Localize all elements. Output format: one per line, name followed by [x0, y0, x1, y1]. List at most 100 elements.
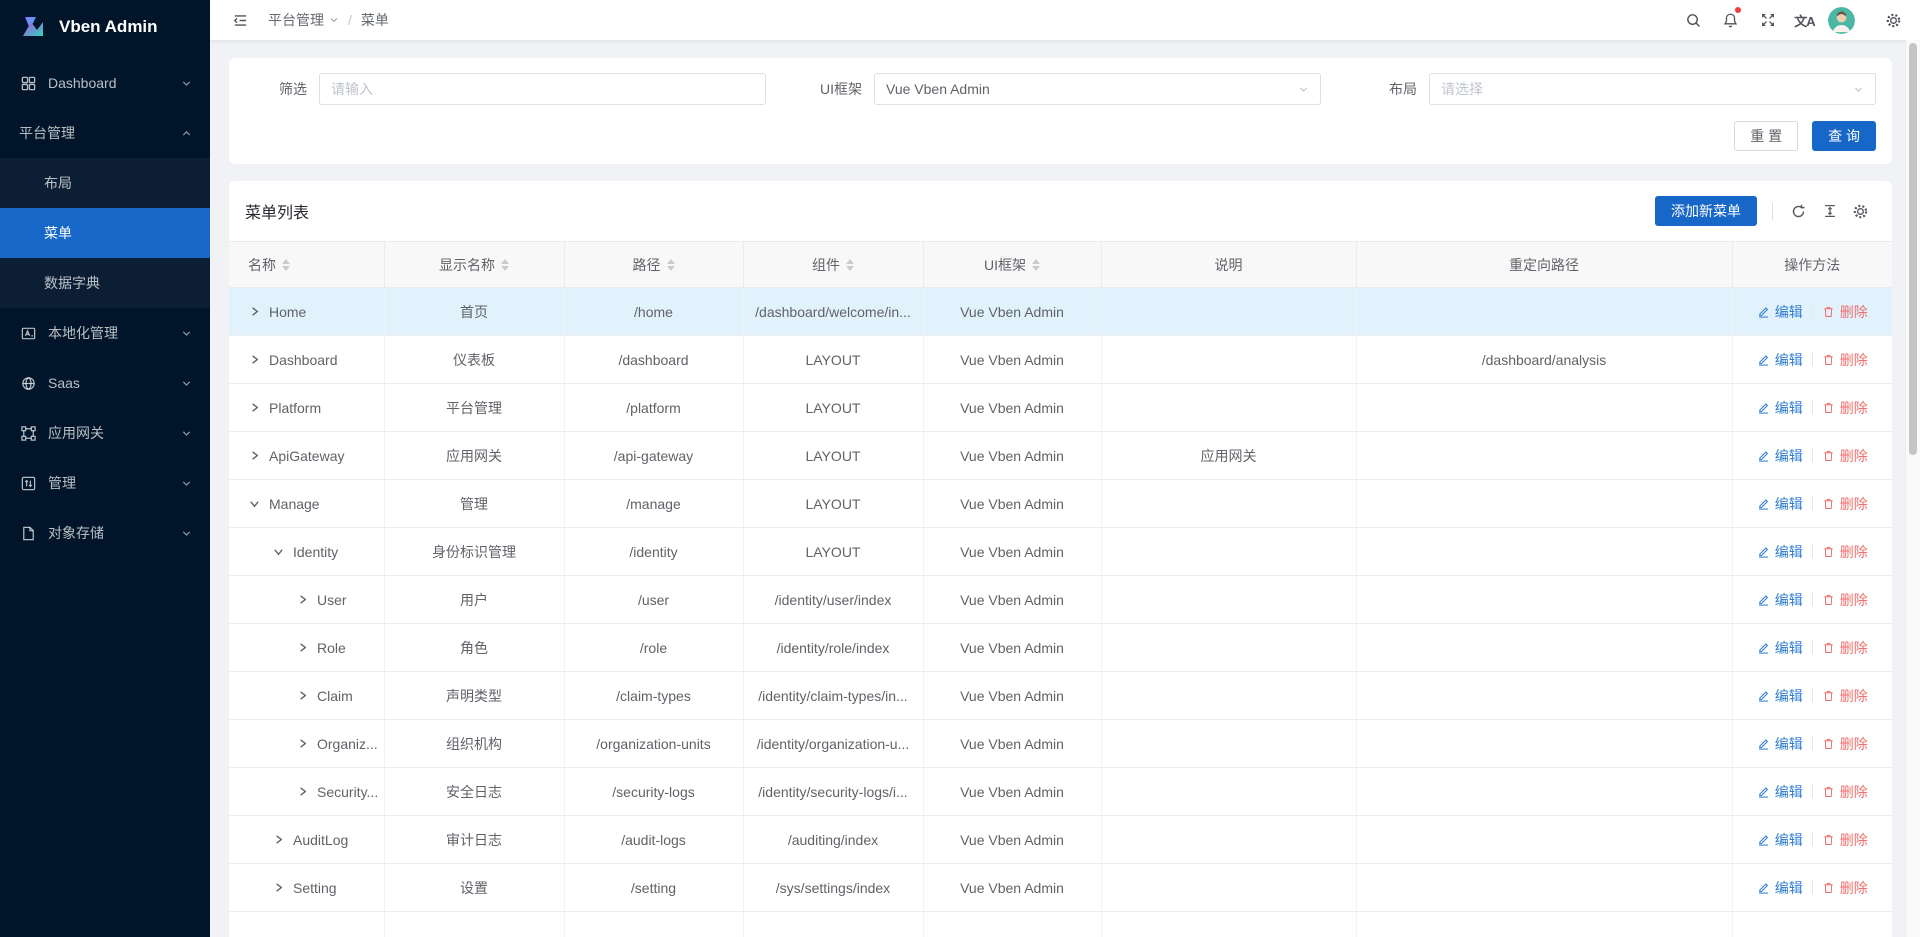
- column-header-component[interactable]: 组件: [743, 242, 923, 288]
- sidebar-item-layout[interactable]: 布局: [0, 158, 210, 208]
- edit-button[interactable]: 编辑: [1757, 686, 1803, 706]
- scrollbar-thumb[interactable]: [1909, 43, 1917, 455]
- edit-button[interactable]: 编辑: [1757, 494, 1803, 514]
- filter-input[interactable]: [331, 81, 754, 97]
- breadcrumb-item-platform[interactable]: 平台管理: [268, 10, 339, 30]
- edit-button[interactable]: 编辑: [1757, 590, 1803, 610]
- expand-arrow-icon[interactable]: [295, 592, 310, 607]
- translate-icon[interactable]: 文A: [1786, 0, 1823, 40]
- add-menu-button[interactable]: 添加新菜单: [1655, 196, 1757, 226]
- delete-button[interactable]: 删除: [1822, 734, 1868, 754]
- table-row[interactable]: Setting 设置 /setting /sys/settings/index …: [229, 864, 1892, 912]
- sidebar-item-dashboard[interactable]: Dashboard: [0, 58, 210, 108]
- table-row[interactable]: Home 首页 /home /dashboard/welcome/in... V…: [229, 288, 1892, 336]
- column-header-path[interactable]: 路径: [564, 242, 743, 288]
- delete-button[interactable]: 删除: [1822, 302, 1868, 322]
- search-icon[interactable]: [1675, 0, 1712, 40]
- search-button[interactable]: 查 询: [1812, 121, 1876, 151]
- edit-button[interactable]: 编辑: [1757, 878, 1803, 898]
- menu-redirect: [1356, 672, 1732, 720]
- expand-arrow-icon[interactable]: [271, 832, 286, 847]
- app-logo[interactable]: Vben Admin: [0, 0, 210, 54]
- sort-icon[interactable]: [667, 259, 675, 271]
- delete-button[interactable]: 删除: [1822, 878, 1868, 898]
- sidebar-item-localization[interactable]: 本地化管理: [0, 308, 210, 358]
- table-row[interactable]: Claim 声明类型 /claim-types /identity/claim-…: [229, 672, 1892, 720]
- table-row[interactable]: User 用户 /user /identity/user/index Vue V…: [229, 576, 1892, 624]
- delete-button[interactable]: 删除: [1822, 686, 1868, 706]
- table-row[interactable]: Security... 安全日志 /security-logs /identit…: [229, 768, 1892, 816]
- column-header-ui-framework[interactable]: UI框架: [923, 242, 1101, 288]
- delete-button[interactable]: 删除: [1822, 494, 1868, 514]
- vben-logo-icon: [19, 12, 49, 42]
- expand-arrow-icon[interactable]: [247, 304, 262, 319]
- edit-button[interactable]: 编辑: [1757, 782, 1803, 802]
- edit-button[interactable]: 编辑: [1757, 398, 1803, 418]
- sort-icon[interactable]: [846, 259, 854, 271]
- reset-button[interactable]: 重 置: [1734, 121, 1798, 151]
- delete-button[interactable]: 删除: [1822, 830, 1868, 850]
- delete-button[interactable]: 删除: [1822, 398, 1868, 418]
- layout-select[interactable]: 请选择: [1429, 73, 1876, 105]
- edit-button[interactable]: 编辑: [1757, 830, 1803, 850]
- delete-button[interactable]: 删除: [1822, 782, 1868, 802]
- sort-icon[interactable]: [1032, 259, 1040, 271]
- edit-button[interactable]: 编辑: [1757, 302, 1803, 322]
- column-settings-gear-icon[interactable]: [1845, 196, 1876, 226]
- delete-button[interactable]: 删除: [1822, 446, 1868, 466]
- sidebar-item-menu[interactable]: 菜单: [0, 208, 210, 258]
- column-header-name[interactable]: 名称: [229, 242, 384, 288]
- expand-arrow-icon[interactable]: [271, 880, 286, 895]
- table-row[interactable]: Manage 管理 /manage LAYOUT Vue Vben Admin: [229, 480, 1892, 528]
- edit-button[interactable]: 编辑: [1757, 542, 1803, 562]
- menu-redirect: [1356, 528, 1732, 576]
- expand-arrow-icon[interactable]: [247, 496, 262, 511]
- settings-gear-icon[interactable]: [1875, 0, 1912, 40]
- expand-arrow-icon[interactable]: [295, 640, 310, 655]
- expand-arrow-icon[interactable]: [271, 544, 286, 559]
- delete-button[interactable]: 删除: [1822, 638, 1868, 658]
- page-scrollbar[interactable]: [1905, 40, 1920, 937]
- edit-button[interactable]: 编辑: [1757, 350, 1803, 370]
- menu-path: /dashboard: [564, 336, 743, 384]
- expand-arrow-icon[interactable]: [295, 784, 310, 799]
- sort-icon[interactable]: [282, 259, 290, 271]
- table-row[interactable]: Dashboard 仪表板 /dashboard LAYOUT Vue Vben…: [229, 336, 1892, 384]
- notification-bell-icon[interactable]: [1712, 0, 1749, 40]
- sidebar-item-manage[interactable]: 管理: [0, 458, 210, 508]
- menu-fold-icon[interactable]: [226, 0, 254, 40]
- expand-arrow-icon[interactable]: [295, 736, 310, 751]
- delete-button[interactable]: 删除: [1822, 350, 1868, 370]
- sidebar-item-saas[interactable]: Saas: [0, 358, 210, 408]
- table-row[interactable]: Role 角色 /role /identity/role/index Vue V…: [229, 624, 1892, 672]
- refresh-icon[interactable]: [1783, 196, 1814, 226]
- menu-path: /manage: [564, 480, 743, 528]
- ui-framework-select[interactable]: Vue Vben Admin: [874, 73, 1321, 105]
- table-row[interactable]: Identity 身份标识管理 /identity LAYOUT Vue Vbe…: [229, 528, 1892, 576]
- row-height-icon[interactable]: [1814, 196, 1845, 226]
- expand-arrow-icon[interactable]: [247, 400, 262, 415]
- action-divider: [1812, 833, 1813, 846]
- edit-button[interactable]: 编辑: [1757, 638, 1803, 658]
- sidebar-item-object-storage[interactable]: 对象存储: [0, 508, 210, 558]
- expand-arrow-icon[interactable]: [295, 688, 310, 703]
- delete-button[interactable]: 删除: [1822, 590, 1868, 610]
- sidebar-item-data-dictionary[interactable]: 数据字典: [0, 258, 210, 308]
- sort-icon[interactable]: [501, 259, 509, 271]
- edit-button[interactable]: 编辑: [1757, 734, 1803, 754]
- fullscreen-icon[interactable]: [1749, 0, 1786, 40]
- column-header-display-name[interactable]: 显示名称: [384, 242, 564, 288]
- table-row[interactable]: Organiz... 组织机构 /organization-units /ide…: [229, 720, 1892, 768]
- sidebar-item-api-gateway[interactable]: 应用网关: [0, 408, 210, 458]
- breadcrumb-separator: /: [348, 12, 352, 28]
- sidebar-item-platform-management[interactable]: 平台管理: [0, 108, 210, 158]
- table-row[interactable]: ApiGateway 应用网关 /api-gateway LAYOUT Vue …: [229, 432, 1892, 480]
- menu-name: AuditLog: [293, 832, 348, 848]
- table-row[interactable]: Platform 平台管理 /platform LAYOUT Vue Vben …: [229, 384, 1892, 432]
- table-row[interactable]: AuditLog 审计日志 /audit-logs /auditing/inde…: [229, 816, 1892, 864]
- edit-button[interactable]: 编辑: [1757, 446, 1803, 466]
- user-avatar[interactable]: [1823, 0, 1860, 40]
- expand-arrow-icon[interactable]: [247, 448, 262, 463]
- delete-button[interactable]: 删除: [1822, 542, 1868, 562]
- expand-arrow-icon[interactable]: [247, 352, 262, 367]
